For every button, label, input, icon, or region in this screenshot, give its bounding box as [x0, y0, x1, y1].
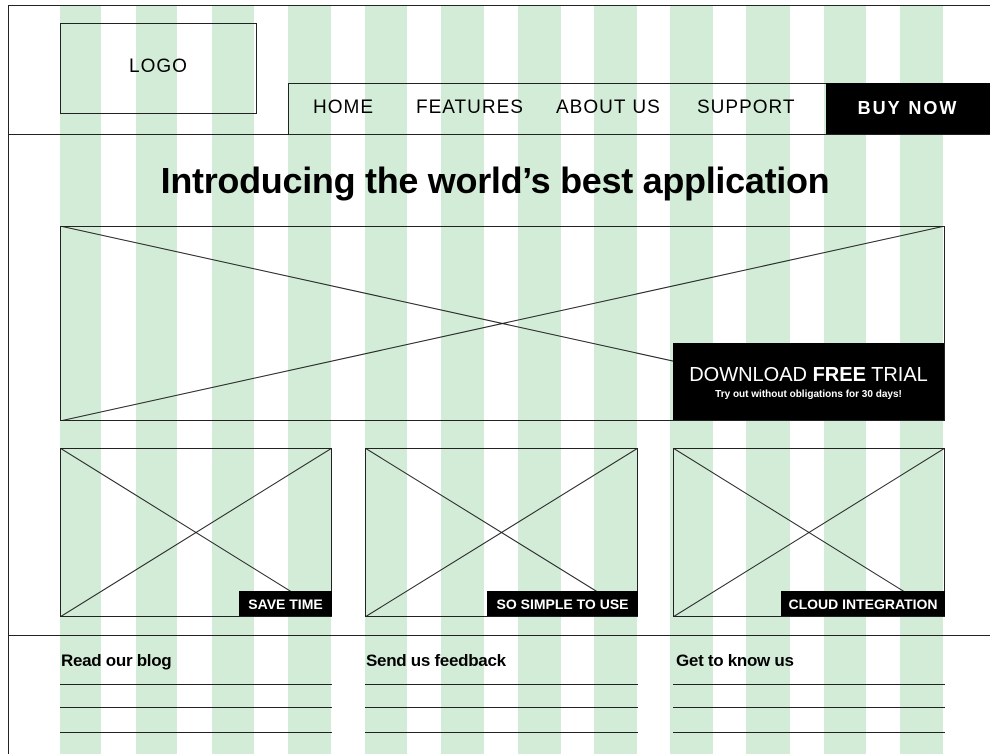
- download-subtitle: Try out without obligations for 30 days!: [715, 389, 902, 400]
- page-title: Introducing the world’s best application: [160, 160, 830, 201]
- feature-label-cloud-integration: CLOUD INTEGRATION: [781, 591, 945, 616]
- text-placeholder-line: [60, 707, 332, 708]
- text-placeholder-line: [673, 732, 945, 733]
- feature-label-simple-to-use: SO SIMPLE TO USE: [487, 591, 638, 616]
- footer-divider: [8, 635, 990, 636]
- text-placeholder-line: [365, 684, 638, 685]
- logo[interactable]: LOGO: [60, 23, 257, 114]
- nav-item-support[interactable]: SUPPORT: [697, 97, 796, 119]
- download-label: DOWNLOAD FREE TRIAL: [689, 364, 928, 386]
- text-placeholder-line: [60, 732, 332, 733]
- text-placeholder-line: [673, 684, 945, 685]
- download-free-trial-button[interactable]: DOWNLOAD FREE TRIAL Try out without obli…: [673, 343, 944, 420]
- header-divider: [8, 134, 990, 135]
- text-placeholder-line: [673, 707, 945, 708]
- text-placeholder-line: [60, 684, 332, 685]
- footer-link-about[interactable]: Get to know us: [676, 651, 794, 671]
- text-placeholder-line: [365, 707, 638, 708]
- feature-label-save-time: SAVE TIME: [239, 591, 332, 616]
- footer-link-feedback[interactable]: Send us feedback: [366, 651, 506, 671]
- nav-item-about-us[interactable]: ABOUT US: [556, 97, 661, 119]
- buy-now-button[interactable]: BUY NOW: [826, 83, 990, 134]
- nav-item-features[interactable]: FEATURES: [416, 97, 524, 119]
- nav-item-home[interactable]: HOME: [313, 97, 374, 119]
- footer-link-blog[interactable]: Read our blog: [61, 651, 172, 671]
- main-navigation: HOME FEATURES ABOUT US SUPPORT: [288, 83, 828, 134]
- text-placeholder-line: [365, 732, 638, 733]
